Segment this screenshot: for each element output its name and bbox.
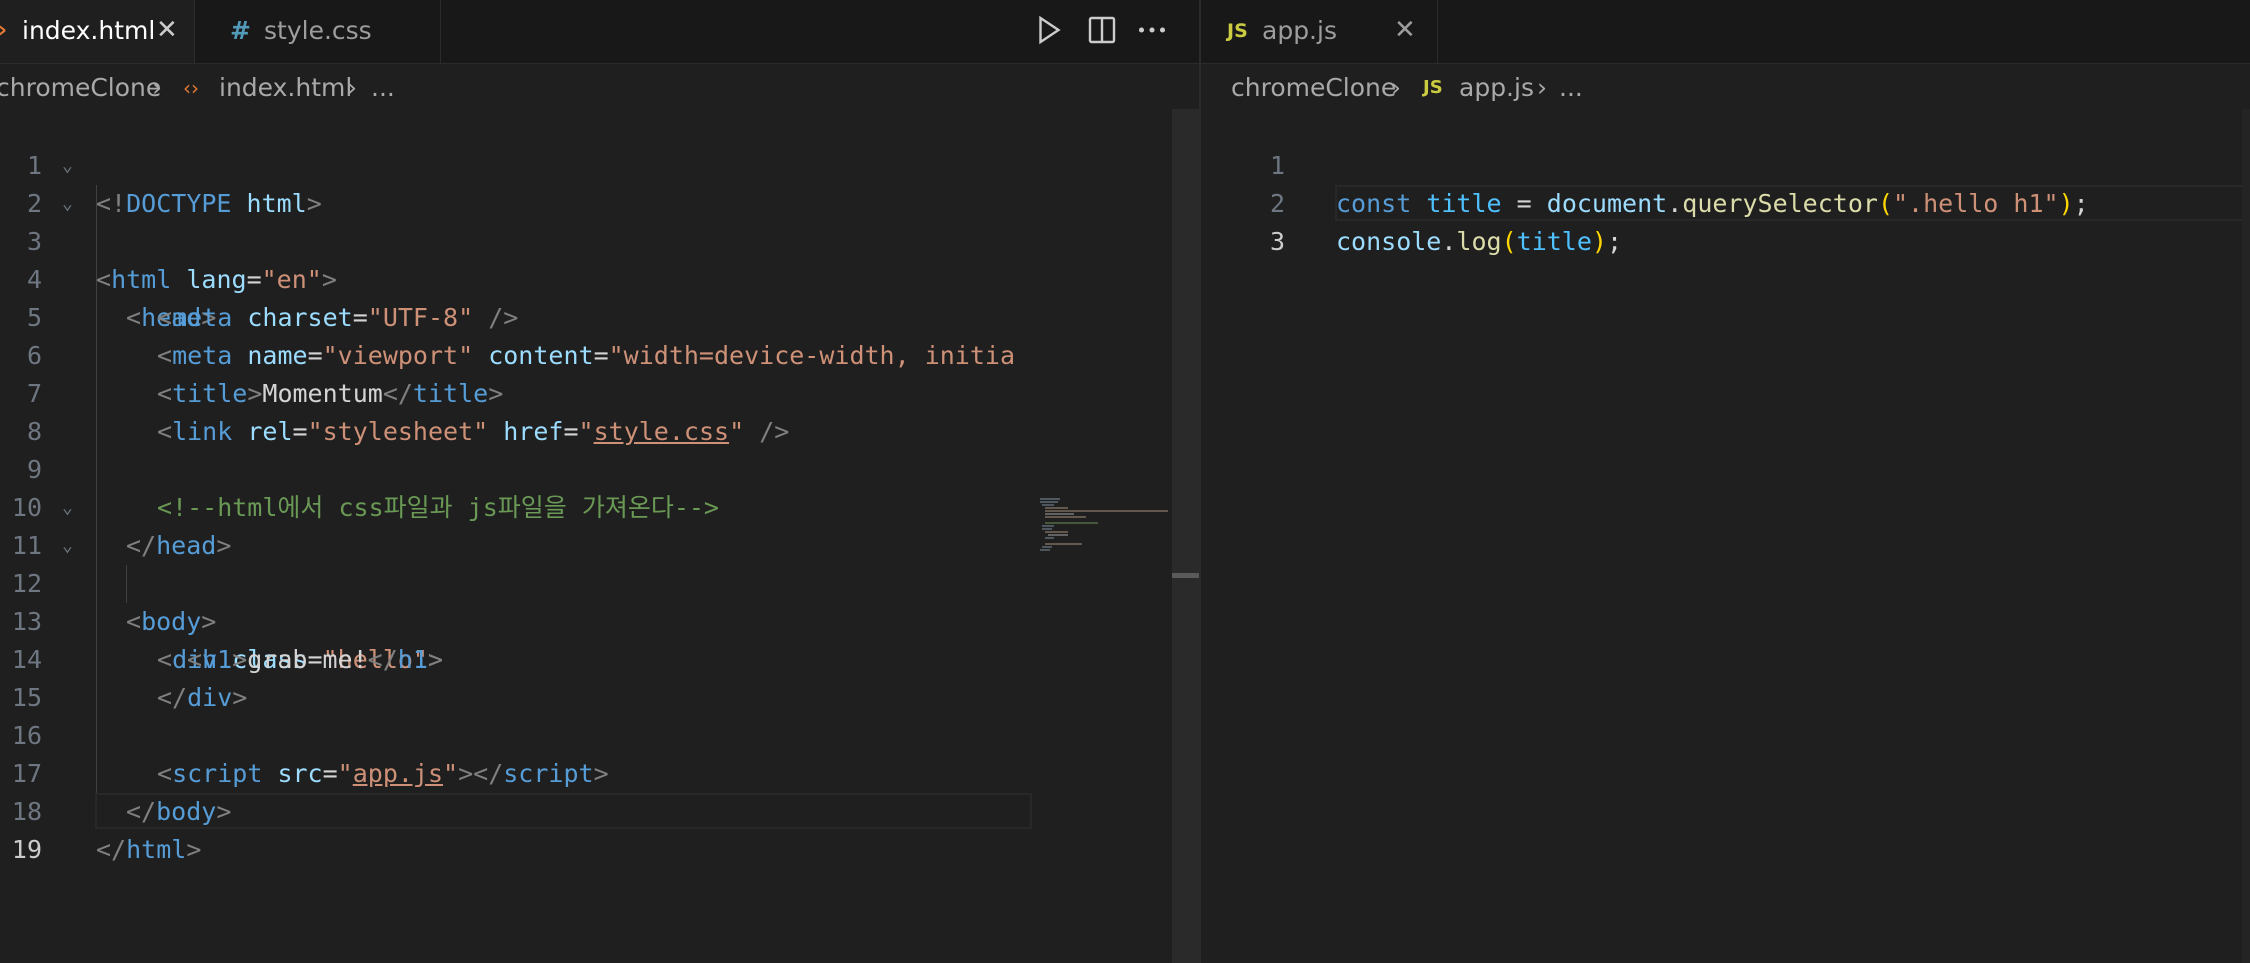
chevron-right-icon: › — [347, 73, 357, 102]
vertical-scrollbar[interactable] — [1172, 109, 1199, 963]
chevron-down-icon[interactable]: ⌄ — [62, 147, 73, 185]
chevron-down-icon[interactable]: ⌄ — [62, 489, 73, 527]
html-chevron-icon: › — [0, 15, 7, 47]
minimap[interactable] — [1032, 109, 1168, 963]
right-editor-group: JS app.js ✕ chromeClone › JS app.js › ..… — [1201, 0, 2250, 963]
breadcrumb-folder[interactable]: chromeClone — [1231, 72, 1396, 104]
breadcrumb-symbols[interactable]: ... — [371, 72, 395, 104]
chevron-right-icon: › — [152, 73, 162, 102]
code-line: 4 <meta charset="UTF-8" /> — [26, 265, 519, 332]
code-line: 18 </html> — [11, 797, 202, 864]
chevron-down-icon[interactable]: ⌄ — [62, 527, 73, 565]
run-icon[interactable] — [1030, 12, 1066, 48]
chevron-right-icon: › — [1391, 73, 1401, 102]
code-line: 1 <!DOCTYPE html> — [26, 151, 322, 218]
code-line: 15 — [11, 683, 42, 712]
tab-index-html[interactable]: › index.html ✕ — [0, 0, 195, 63]
tab-label: index.html — [22, 16, 156, 45]
code-line: 3 — [1269, 227, 1285, 256]
breadcrumb: chromeClone › ‹› index.html › ... — [0, 64, 1199, 112]
code-line: 5 <meta name="viewport" content="width=d… — [26, 303, 1016, 370]
code-line: 11 ⌄ <body> — [0, 489, 1199, 636]
breadcrumb-file[interactable]: app.js — [1459, 72, 1534, 104]
left-editor-group: › index.html ✕ # style.css chromeClone ›… — [0, 0, 1199, 963]
right-scrollbar-track[interactable] — [2242, 109, 2250, 963]
close-icon[interactable]: ✕ — [1394, 14, 1416, 46]
html-file-icon: ‹› — [183, 76, 199, 100]
code-line: 16 <script src="app.js"></script> — [11, 721, 609, 788]
chevron-down-icon[interactable]: ⌄ — [62, 185, 73, 223]
code-line: 6 <title>Momentum</title> — [26, 341, 504, 408]
chevron-right-icon: › — [1537, 73, 1547, 102]
tab-label: style.css — [264, 16, 372, 45]
css-hash-icon: # — [230, 16, 251, 45]
breadcrumb: chromeClone › JS app.js › ... — [1201, 64, 2250, 112]
code-editor[interactable]: 1 <!DOCTYPE html> 2 ⌄ <html lang="en"> 3… — [0, 109, 1199, 963]
code-line: 17 </body> — [11, 759, 232, 826]
js-file-icon: JS — [1423, 77, 1443, 98]
code-line: 13 <h1>grab me!</h1> — [11, 607, 443, 674]
code-line: 7 <link rel="stylesheet" href="style.css… — [26, 379, 790, 446]
code-line: 2 ⌄ <html lang="en"> — [0, 147, 1199, 294]
breadcrumb-symbols[interactable]: ... — [1559, 72, 1583, 104]
code-line: 8 — [26, 417, 42, 446]
code-line: 1 const title = document.querySelector("… — [1269, 151, 2089, 218]
split-editor-icon[interactable] — [1084, 12, 1120, 48]
code-line: 3 ⌄ <head> — [0, 185, 1199, 332]
breadcrumb-folder[interactable]: chromeClone — [0, 72, 161, 104]
breadcrumb-file[interactable]: index.html — [219, 72, 352, 104]
code-line: 19 — [11, 835, 42, 864]
tab-app-js[interactable]: JS app.js ✕ — [1201, 0, 1438, 63]
left-tab-bar: › index.html ✕ # style.css — [0, 0, 1199, 64]
code-editor[interactable]: 1 const title = document.querySelector("… — [1201, 109, 2250, 963]
code-line: 12 ⌄ <div class="hello"> — [0, 527, 1199, 674]
right-tab-bar: JS app.js ✕ — [1201, 0, 2250, 64]
code-line: 10 </head> — [11, 493, 232, 560]
js-file-icon: JS — [1227, 20, 1248, 42]
code-line: 2 console.log(title); — [1269, 189, 1623, 256]
more-actions-icon[interactable] — [1134, 12, 1170, 48]
code-line: 14 </div> — [11, 645, 248, 712]
scrollbar-thumb[interactable] — [1172, 573, 1199, 578]
tab-style-css[interactable]: # style.css — [195, 0, 441, 63]
tab-label: app.js — [1262, 16, 1337, 45]
code-line: 9 <!--html에서 css파일과 js파일을 가져온다--> — [26, 455, 719, 522]
close-icon[interactable]: ✕ — [156, 14, 178, 46]
